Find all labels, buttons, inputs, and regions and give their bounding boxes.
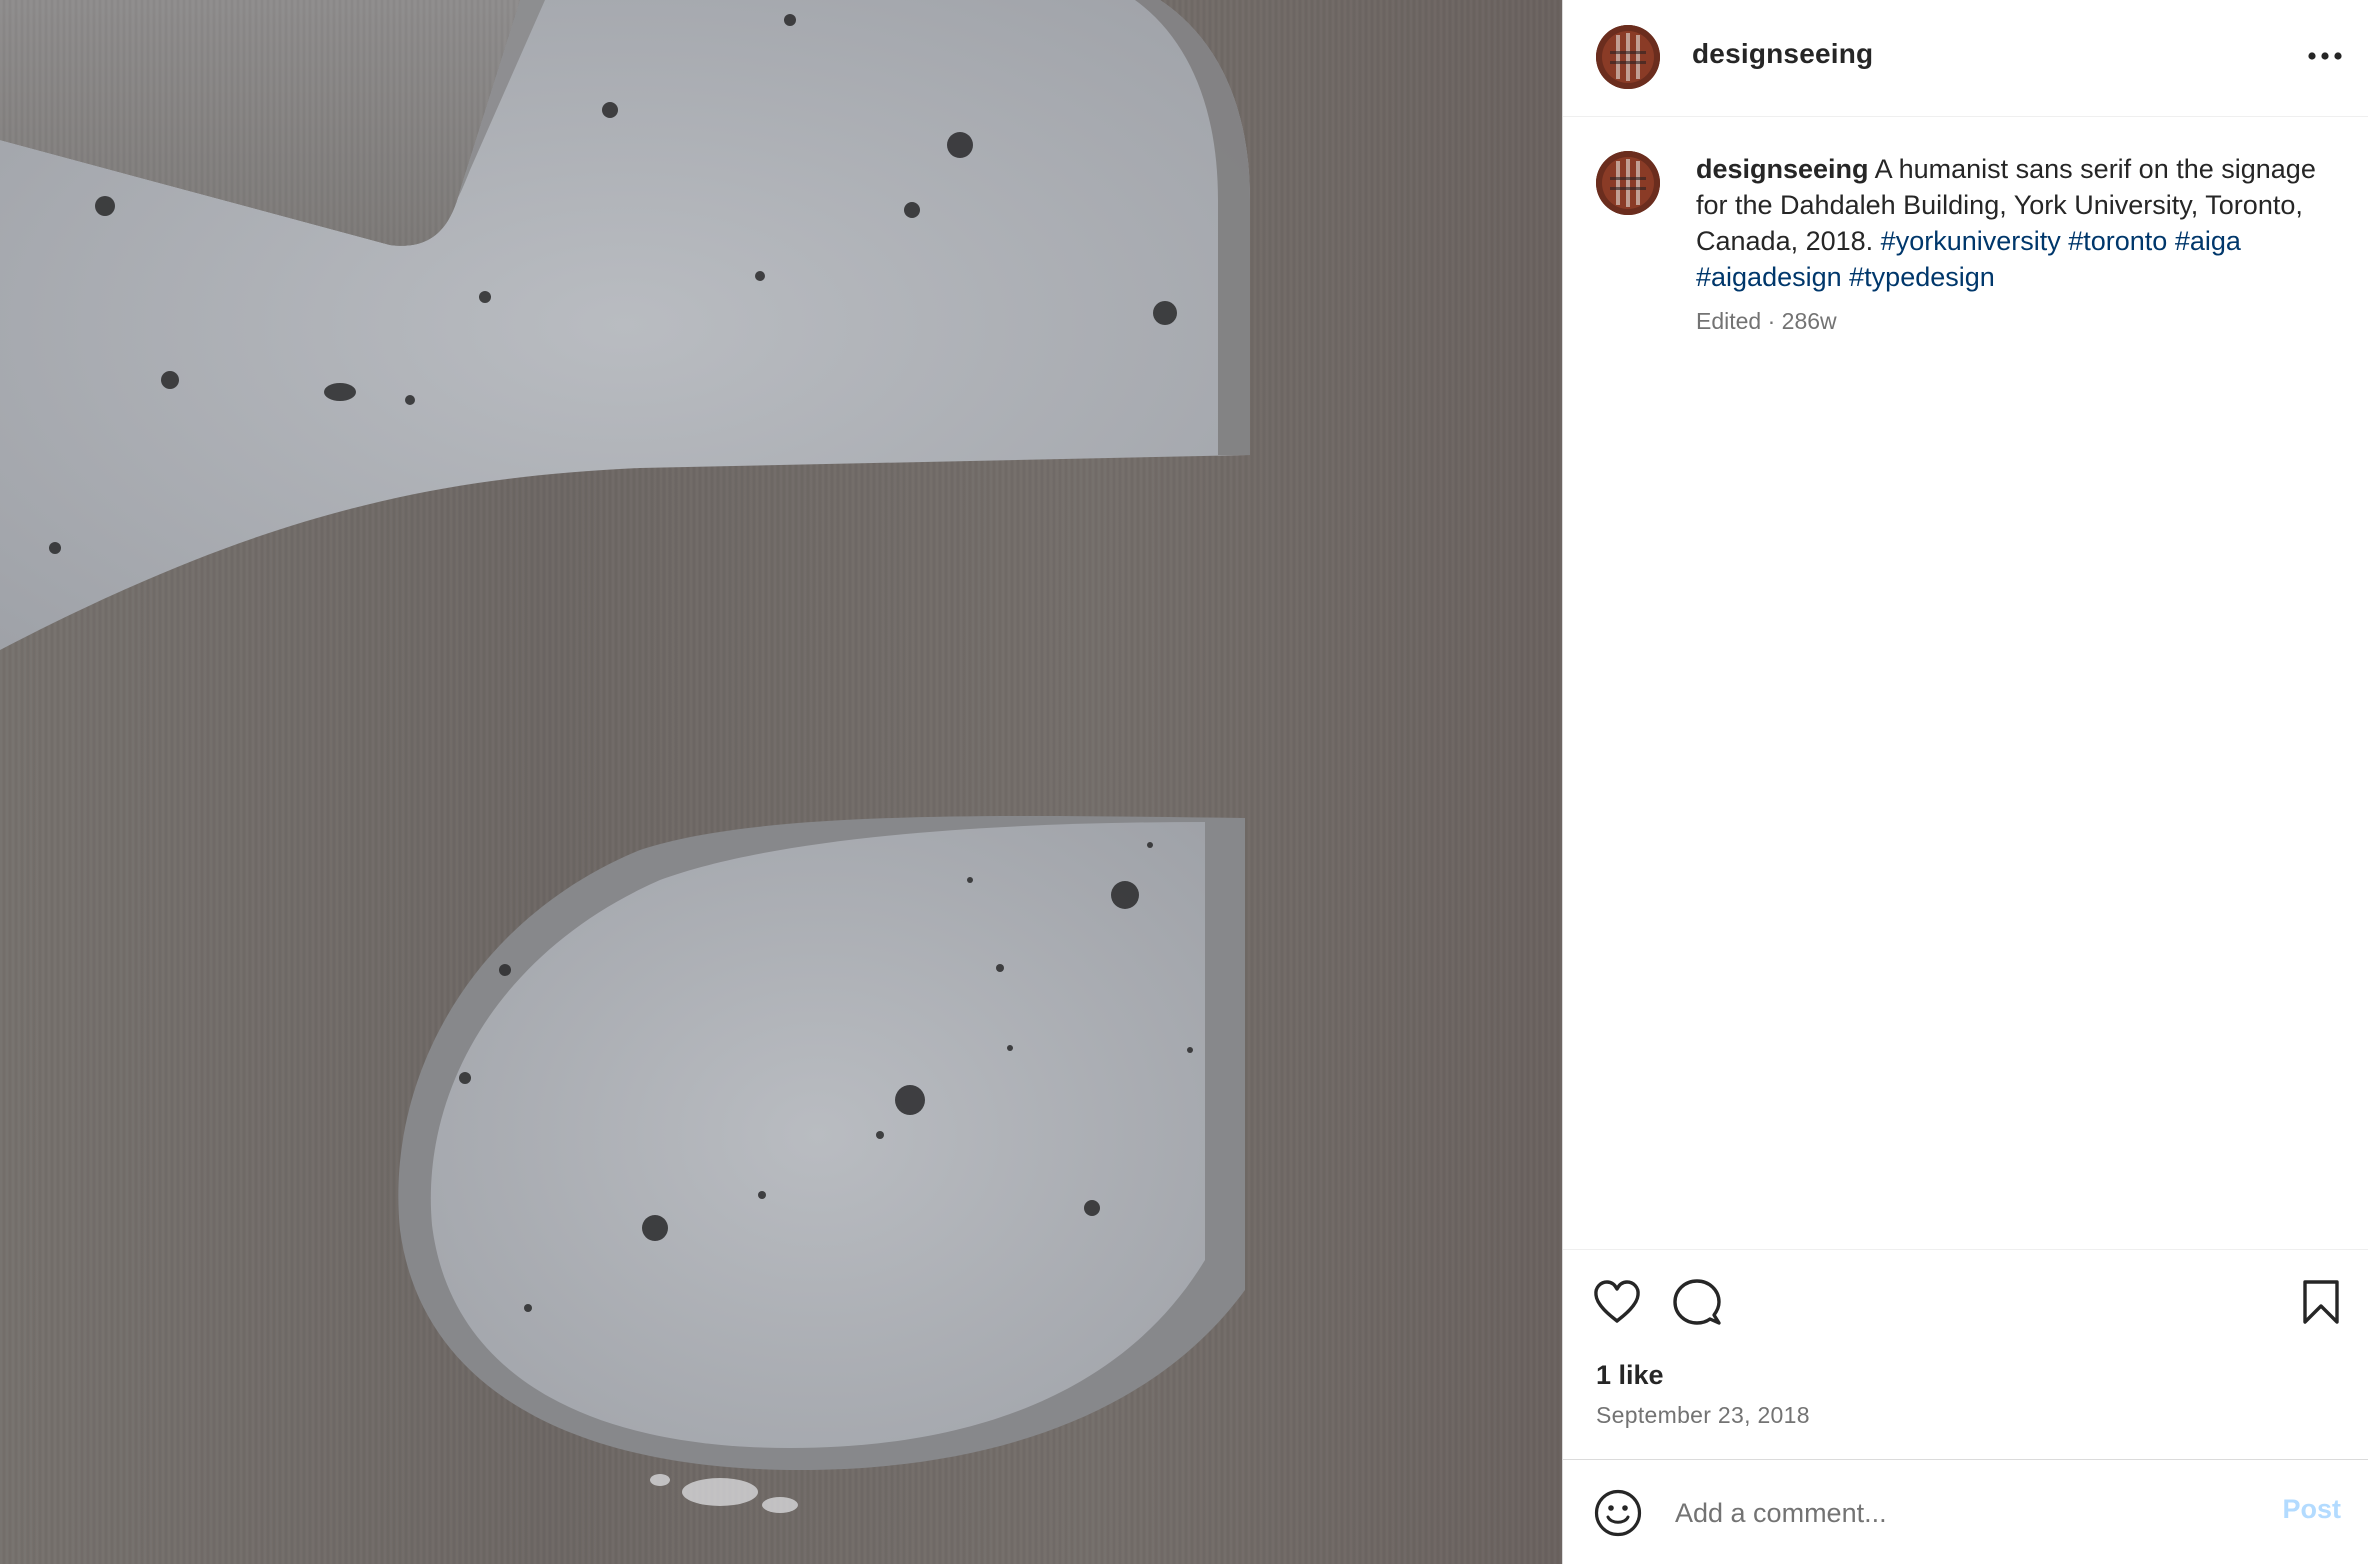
post-photo[interactable] xyxy=(0,0,1562,1564)
comment-bubble-icon[interactable] xyxy=(1671,1276,1723,1328)
hashtag-link[interactable]: #aiga xyxy=(2175,226,2241,256)
caption-meta: Edited · 286w xyxy=(1696,308,1837,334)
hashtag-link[interactable]: #aigadesign xyxy=(1696,262,1842,292)
avatar-image xyxy=(1596,151,1660,215)
likes-count[interactable]: 1 like xyxy=(1596,1360,1664,1391)
post-date[interactable]: September 23, 2018 xyxy=(1596,1402,1810,1429)
emoji-icon[interactable] xyxy=(1591,1486,1645,1540)
header-username[interactable]: designseeing xyxy=(1692,38,1873,70)
post-comment-button[interactable]: Post xyxy=(2282,1494,2341,1525)
comment-bar: Post xyxy=(1563,1459,2368,1564)
signage-photo-image xyxy=(0,0,1562,1564)
post-actions: 1 like September 23, 2018 xyxy=(1563,1249,2368,1459)
hashtag-link[interactable]: #yorkuniversity xyxy=(1881,226,2061,256)
bookmark-icon[interactable] xyxy=(2295,1276,2347,1328)
hashtag-link[interactable]: #typedesign xyxy=(1849,262,1995,292)
more-options-icon[interactable] xyxy=(2303,36,2347,76)
post-header: designseeing xyxy=(1563,0,2368,117)
instagram-post-view: designseeing designseeing A humanist san… xyxy=(0,0,2368,1564)
hashtag-link[interactable]: #toronto xyxy=(2068,226,2167,256)
caption-avatar[interactable] xyxy=(1596,151,1660,215)
comment-input[interactable] xyxy=(1673,1484,2237,1542)
heart-icon[interactable] xyxy=(1591,1276,1643,1328)
caption-text-block: designseeing A humanist sans serif on th… xyxy=(1696,151,2336,335)
avatar-image xyxy=(1596,25,1660,89)
post-side-panel: designseeing designseeing A humanist san… xyxy=(1562,0,2368,1564)
caption-username[interactable]: designseeing xyxy=(1696,154,1869,184)
avatar[interactable] xyxy=(1596,25,1660,89)
